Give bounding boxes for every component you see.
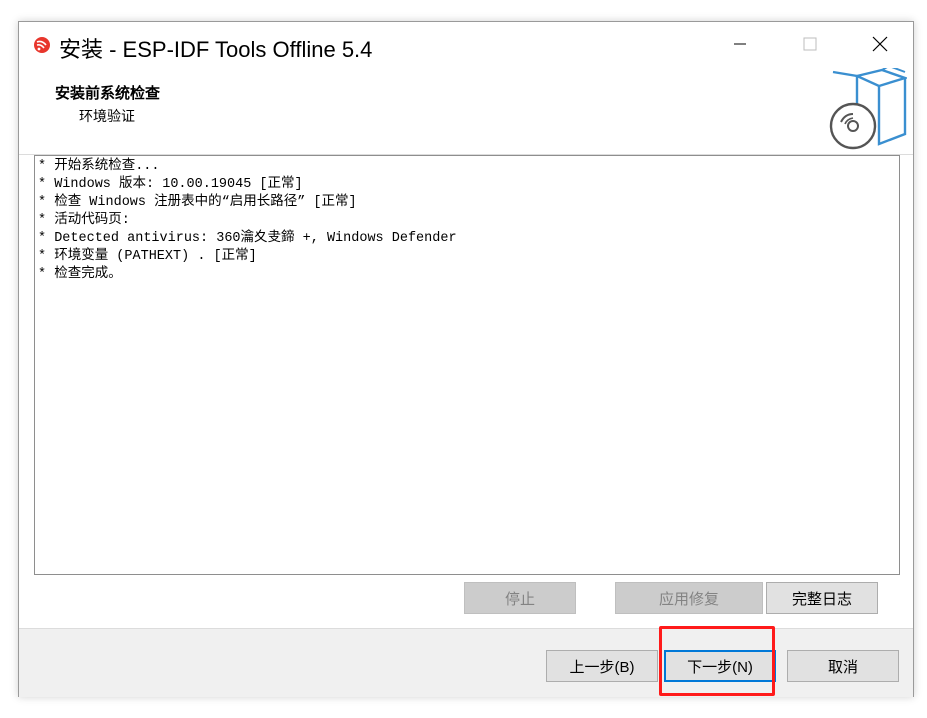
maximize-button: [775, 22, 845, 66]
wizard-footer: [19, 628, 913, 697]
log-line: * 活动代码页:: [38, 213, 130, 228]
espressif-logo-icon: [34, 37, 50, 53]
log-line: * 环境变量 (PATHEXT) . [正常]: [38, 249, 257, 264]
stop-button: 停止: [464, 582, 576, 614]
page-title: 安装前系统检查: [55, 85, 161, 102]
minimize-button[interactable]: [705, 22, 775, 66]
log-line: * 开始系统检查...: [38, 159, 160, 174]
wizard-header: 安装前系统检查 环境验证: [19, 68, 913, 155]
log-line: * 检查 Windows 注册表中的“启用长路径” [正常]: [38, 195, 357, 210]
installer-window: 安装 - ESP-IDF Tools Offline 5.4 安装前系统检查 环…: [18, 21, 914, 697]
window-title: 安装 - ESP-IDF Tools Offline 5.4: [59, 37, 373, 62]
full-log-button[interactable]: 完整日志: [766, 582, 878, 614]
cancel-button[interactable]: 取消: [787, 650, 899, 682]
close-button[interactable]: [845, 22, 915, 66]
package-disc-icon: [829, 68, 907, 150]
next-button-highlight-box: [659, 626, 775, 696]
log-line: * 检查完成。: [38, 267, 122, 282]
apply-fix-button: 应用修复: [615, 582, 763, 614]
title-bar[interactable]: 安装 - ESP-IDF Tools Offline 5.4: [19, 22, 913, 68]
log-line: * Detected antivirus: 360瀹夊叏鍗 +, Windows…: [38, 231, 457, 246]
back-button[interactable]: 上一步(B): [546, 650, 658, 682]
check-log-output[interactable]: * 开始系统检查... * Windows 版本: 10.00.19045 [正…: [34, 155, 900, 575]
close-icon: [872, 36, 888, 52]
maximize-icon: [803, 37, 817, 51]
minimize-icon: [734, 43, 746, 45]
page-subtitle: 环境验证: [79, 108, 135, 124]
log-line: * Windows 版本: 10.00.19045 [正常]: [38, 177, 303, 192]
